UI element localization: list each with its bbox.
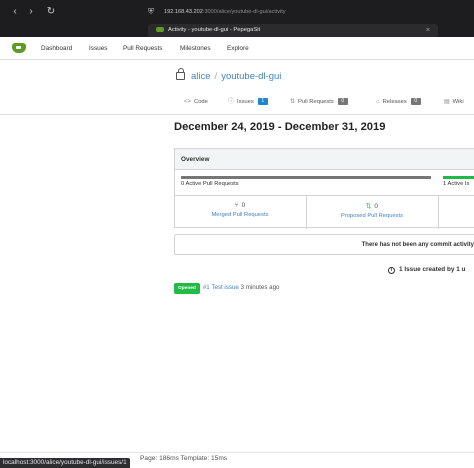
browser-toolbar: ‹ › ↻ ⛨ 192.168.43.202:3000/alice/youtub… bbox=[0, 0, 474, 37]
opened-badge: Opened bbox=[174, 283, 200, 294]
overview-title: Overview bbox=[175, 149, 474, 170]
active-pull-requests-label: 0 Active Pull Requests bbox=[181, 181, 239, 187]
back-icon[interactable]: ‹ bbox=[8, 5, 22, 19]
url-path: :3000/alice/youtube-dl-gui/activity bbox=[202, 9, 286, 15]
issue-activity-item: Opened #1 Test issue 3 minutes ago bbox=[174, 282, 280, 294]
issue-time: 3 minutes ago bbox=[240, 284, 280, 291]
repo-tabs: <> Code ⓘ Issues 1 ⇅ Pull Requests 0 ⌂ Release… bbox=[174, 95, 474, 109]
pull-request-icon: ⇅ bbox=[290, 99, 296, 105]
reload-icon[interactable]: ↻ bbox=[44, 5, 58, 19]
pull-requests-progress-bar bbox=[181, 176, 431, 179]
issues-created-heading: i 1 Issue created by 1 u bbox=[388, 266, 465, 274]
gitea-logo-icon[interactable] bbox=[12, 43, 26, 53]
merged-count: ⑂ 0 bbox=[234, 202, 246, 209]
gitea-favicon-icon bbox=[156, 26, 164, 32]
repo-separator: / bbox=[214, 71, 218, 82]
overview-panel: Overview 0 Active Pull Requests 1 Active… bbox=[174, 148, 474, 229]
forward-icon[interactable]: › bbox=[24, 5, 38, 19]
top-navbar: Dashboard Issues Pull Requests Milestone… bbox=[0, 37, 474, 60]
no-commit-activity-text: There has not been any commit activity bbox=[361, 242, 474, 248]
tab-releases-label: Releases bbox=[382, 99, 407, 105]
proposed-count: ⇅ 0 bbox=[365, 203, 379, 210]
nav-pull-requests[interactable]: Pull Requests bbox=[123, 37, 162, 60]
merged-pull-requests-stat[interactable]: ⑂ 0 Merged Pull Requests bbox=[175, 196, 305, 229]
book-icon: ▤ bbox=[444, 99, 450, 105]
issue-title-link[interactable]: Test issue bbox=[211, 284, 239, 291]
tab-wiki-label: Wiki bbox=[452, 99, 464, 105]
issue-icon: ⓘ bbox=[228, 99, 235, 105]
address-bar[interactable]: 192.168.43.202:3000/alice/youtube-dl-gui… bbox=[164, 6, 424, 19]
tab-issues[interactable]: ⓘ Issues 1 bbox=[228, 95, 268, 109]
info-icon: i bbox=[388, 267, 395, 274]
tag-icon: ⌂ bbox=[376, 99, 380, 105]
shield-icon[interactable]: ⛨ bbox=[146, 6, 156, 18]
close-tab-icon[interactable]: × bbox=[426, 24, 430, 37]
code-icon: <> bbox=[184, 99, 192, 105]
repo-title: alice / youtube-dl-gui bbox=[176, 68, 281, 84]
issues-created-text: 1 Issue created by 1 u bbox=[399, 266, 466, 273]
status-bar-url: localhost:3000/alice/youtube-dl-gui/issu… bbox=[0, 458, 130, 468]
nav-milestones[interactable]: Milestones bbox=[180, 37, 211, 60]
url-host: 192.168.43.202 bbox=[164, 9, 203, 15]
nav-dashboard[interactable]: Dashboard bbox=[41, 37, 72, 60]
releases-count-badge: 0 bbox=[410, 98, 421, 105]
nav-explore[interactable]: Explore bbox=[227, 37, 249, 60]
repo-owner-link[interactable]: alice bbox=[191, 71, 211, 82]
tab-releases[interactable]: ⌂ Releases 0 bbox=[376, 95, 421, 109]
pull-requests-count-badge: 0 bbox=[337, 98, 348, 105]
footer-timing: Page: 186ms Template: 15ms bbox=[140, 455, 228, 462]
lock-icon bbox=[176, 68, 185, 80]
tab-title: Activity - youtube-dl-gui - PepegaSit bbox=[168, 27, 261, 33]
tab-code[interactable]: <> Code bbox=[184, 95, 208, 109]
stat-divider bbox=[438, 196, 439, 229]
browser-tab[interactable]: Activity - youtube-dl-gui - PepegaSit × bbox=[148, 24, 438, 37]
tab-issues-label: Issues bbox=[237, 99, 254, 105]
issues-progress-bar bbox=[443, 176, 474, 179]
merge-icon: ⑂ bbox=[234, 202, 239, 209]
tab-pull-requests-label: Pull Requests bbox=[298, 99, 334, 105]
header-divider bbox=[0, 114, 474, 115]
tab-wiki[interactable]: ▤ Wiki bbox=[444, 95, 464, 109]
pull-request-icon: ⇅ bbox=[365, 203, 372, 210]
nav-issues[interactable]: Issues bbox=[89, 37, 107, 60]
merged-pull-requests-link[interactable]: Merged Pull Requests bbox=[175, 212, 305, 218]
active-issues-label: 1 Active Is bbox=[443, 181, 470, 187]
proposed-pull-requests-link[interactable]: Proposed Pull Requests bbox=[307, 213, 437, 219]
date-range-heading: December 24, 2019 - December 31, 2019 bbox=[174, 121, 386, 133]
issues-count-badge: 1 bbox=[257, 98, 268, 105]
repo-name-link[interactable]: youtube-dl-gui bbox=[221, 71, 281, 82]
proposed-pull-requests-stat[interactable]: ⇅ 0 Proposed Pull Requests bbox=[307, 196, 437, 229]
issue-number[interactable]: #1 bbox=[203, 284, 210, 291]
tab-code-label: Code bbox=[194, 99, 208, 105]
tab-pull-requests[interactable]: ⇅ Pull Requests 0 bbox=[290, 95, 348, 109]
pull-request-stats: ⑂ 0 Merged Pull Requests ⇅ 0 Proposed Pull… bbox=[175, 195, 474, 229]
commit-activity-message: There has not been any commit activity bbox=[174, 234, 474, 255]
